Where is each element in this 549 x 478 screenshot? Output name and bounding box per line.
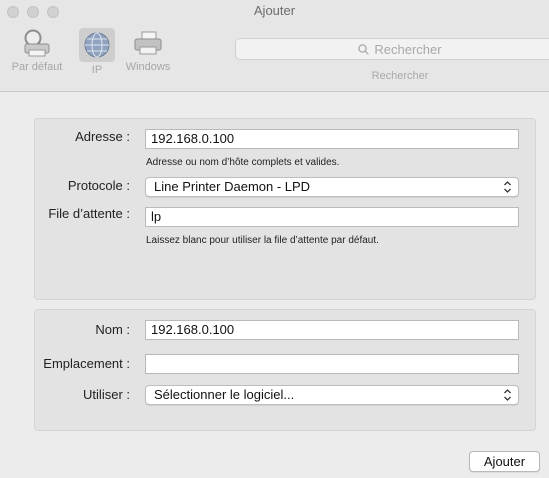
toolbar-default-label: Par défaut [11,61,63,73]
location-label: Emplacement : [43,356,130,371]
location-field[interactable] [145,354,519,374]
printer-icon [134,31,162,55]
chevron-updown-icon [504,181,511,193]
search-caption: Rechercher [371,70,429,82]
queue-hint: Laissez blanc pour utiliser la file d’at… [146,235,379,246]
toolbar-default-button[interactable]: Par défaut [2,28,72,73]
globe-icon [84,32,110,58]
protocol-value: Line Printer Daemon - LPD [154,179,311,194]
address-field[interactable]: 192.168.0.100 [145,129,519,149]
address-hint: Adresse ou nom d’hôte complets et valide… [146,157,340,168]
toolbar-ip-label: IP [91,64,103,76]
toolbar-windows-label: Windows [125,61,171,73]
printer-details-group: Nom : 192.168.0.100 Emplacement : Utilis… [34,309,536,431]
add-button[interactable]: Ajouter [469,451,540,472]
queue-field[interactable]: lp [145,207,519,227]
toolbar-ip-button[interactable]: IP [77,28,117,76]
queue-label: File d’attente : [48,206,130,221]
search-field[interactable]: Rechercher [235,38,549,60]
search-icon [358,43,370,55]
protocol-label: Protocole : [67,178,130,193]
toolbar-windows-button[interactable]: Windows [118,28,178,73]
software-select[interactable]: Sélectionner le logiciel... [145,385,519,405]
address-label: Adresse : [75,129,130,144]
toolbar: Ajouter Par défaut IP Windows Rechercher… [0,0,549,92]
magnifier-printer-icon [24,29,50,57]
protocol-select[interactable]: Line Printer Daemon - LPD [145,177,519,197]
name-label: Nom : [95,322,130,337]
toolbar-ip-selected-bg [79,28,115,62]
chevron-updown-icon [504,389,511,401]
window-title: Ajouter [253,3,296,18]
use-label: Utiliser : [83,387,130,402]
connection-group: Adresse : 192.168.0.100 Adresse ou nom d… [34,118,536,300]
search-placeholder: Rechercher [374,41,442,57]
name-field[interactable]: 192.168.0.100 [145,320,519,340]
software-value: Sélectionner le logiciel... [154,387,295,402]
add-printer-window: Ajouter Par défaut IP Windows Rechercher… [0,0,549,478]
